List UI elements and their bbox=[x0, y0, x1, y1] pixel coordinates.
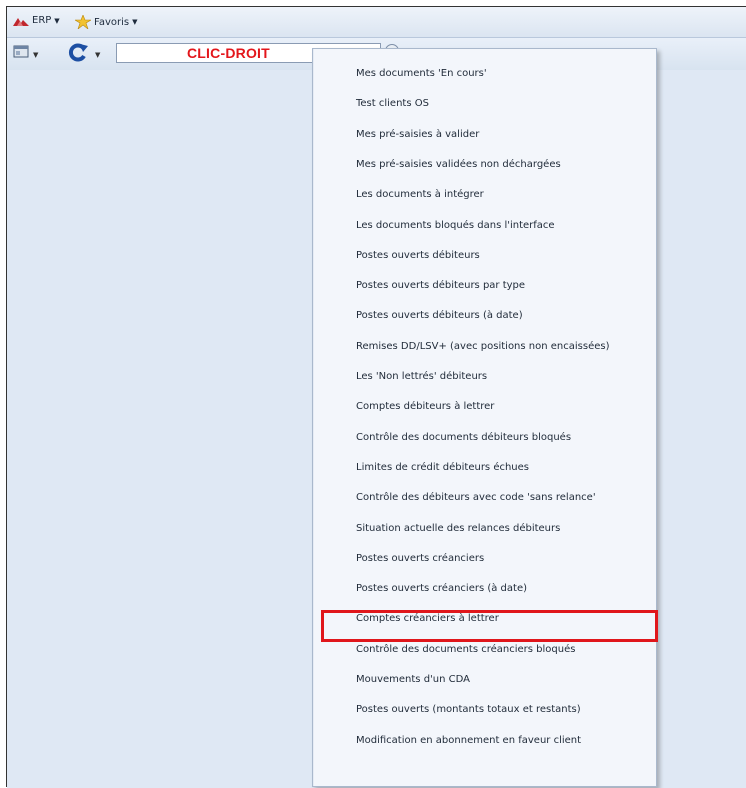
dropdown-item[interactable]: Limites de crédit débiteurs échues bbox=[313, 453, 656, 483]
dropdown-item[interactable]: Les documents à intégrer bbox=[313, 180, 656, 210]
dropdown-item[interactable]: Mes pré-saisies à valider bbox=[313, 120, 656, 150]
dropdown-item[interactable]: Postes ouverts débiteurs (à date) bbox=[313, 301, 656, 331]
dropdown-item[interactable]: Les documents bloqués dans l'interface bbox=[313, 211, 656, 241]
dropdown-item[interactable]: Contrôle des débiteurs avec code 'sans r… bbox=[313, 483, 656, 513]
star-icon bbox=[75, 15, 91, 29]
dropdown-item[interactable]: Test clients OS bbox=[313, 89, 656, 119]
highlight-annotation-box bbox=[321, 610, 658, 642]
dropdown-item[interactable]: Postes ouverts débiteurs par type bbox=[313, 271, 656, 301]
dropdown-item[interactable]: Mes documents 'En cours' bbox=[313, 59, 656, 89]
dropdown-item[interactable]: Remises DD/LSV+ (avec positions non enca… bbox=[313, 332, 656, 362]
dropdown-item[interactable]: Contrôle des documents débiteurs bloqués bbox=[313, 423, 656, 453]
dropdown-menu: Mes documents 'En cours' Test clients OS M… bbox=[312, 48, 657, 787]
dropdown-item[interactable]: Mouvements d'un CDA bbox=[313, 665, 656, 695]
dropdown-item[interactable]: Postes ouverts créanciers (à date) bbox=[313, 574, 656, 604]
dropdown-item[interactable]: Les 'Non lettrés' débiteurs bbox=[313, 362, 656, 392]
chevron-down-icon[interactable]: ▼ bbox=[33, 51, 38, 59]
window-layout-icon[interactable] bbox=[13, 44, 31, 60]
dropdown-item[interactable]: Comptes débiteurs à lettrer bbox=[313, 392, 656, 422]
dropdown-item[interactable]: Modification en abonnement en faveur cli… bbox=[313, 726, 656, 756]
dropdown-item[interactable]: Mes pré-saisies validées non déchargées bbox=[313, 150, 656, 180]
search-input-value: CLIC-DROIT bbox=[187, 45, 270, 61]
dropdown-item[interactable]: Postes ouverts créanciers bbox=[313, 544, 656, 574]
erp-logo-icon bbox=[13, 17, 29, 26]
erp-menu[interactable]: ERP ▼ bbox=[13, 15, 60, 26]
favoris-menu-label: Favoris bbox=[94, 16, 130, 28]
chevron-down-icon[interactable]: ▼ bbox=[95, 51, 100, 59]
erp-menu-label: ERP bbox=[32, 15, 52, 26]
menu-bar: ERP ▼ Favoris ▼ bbox=[7, 7, 746, 38]
dropdown-item[interactable]: Postes ouverts (montants totaux et resta… bbox=[313, 695, 656, 725]
chevron-down-icon: ▼ bbox=[132, 18, 138, 26]
chevron-down-icon: ▼ bbox=[54, 16, 60, 25]
favoris-menu[interactable]: Favoris ▼ bbox=[75, 15, 138, 29]
refresh-icon[interactable] bbox=[67, 41, 89, 63]
dropdown-item[interactable]: Postes ouverts débiteurs bbox=[313, 241, 656, 271]
dropdown-item[interactable]: Situation actuelle des relances débiteur… bbox=[313, 514, 656, 544]
